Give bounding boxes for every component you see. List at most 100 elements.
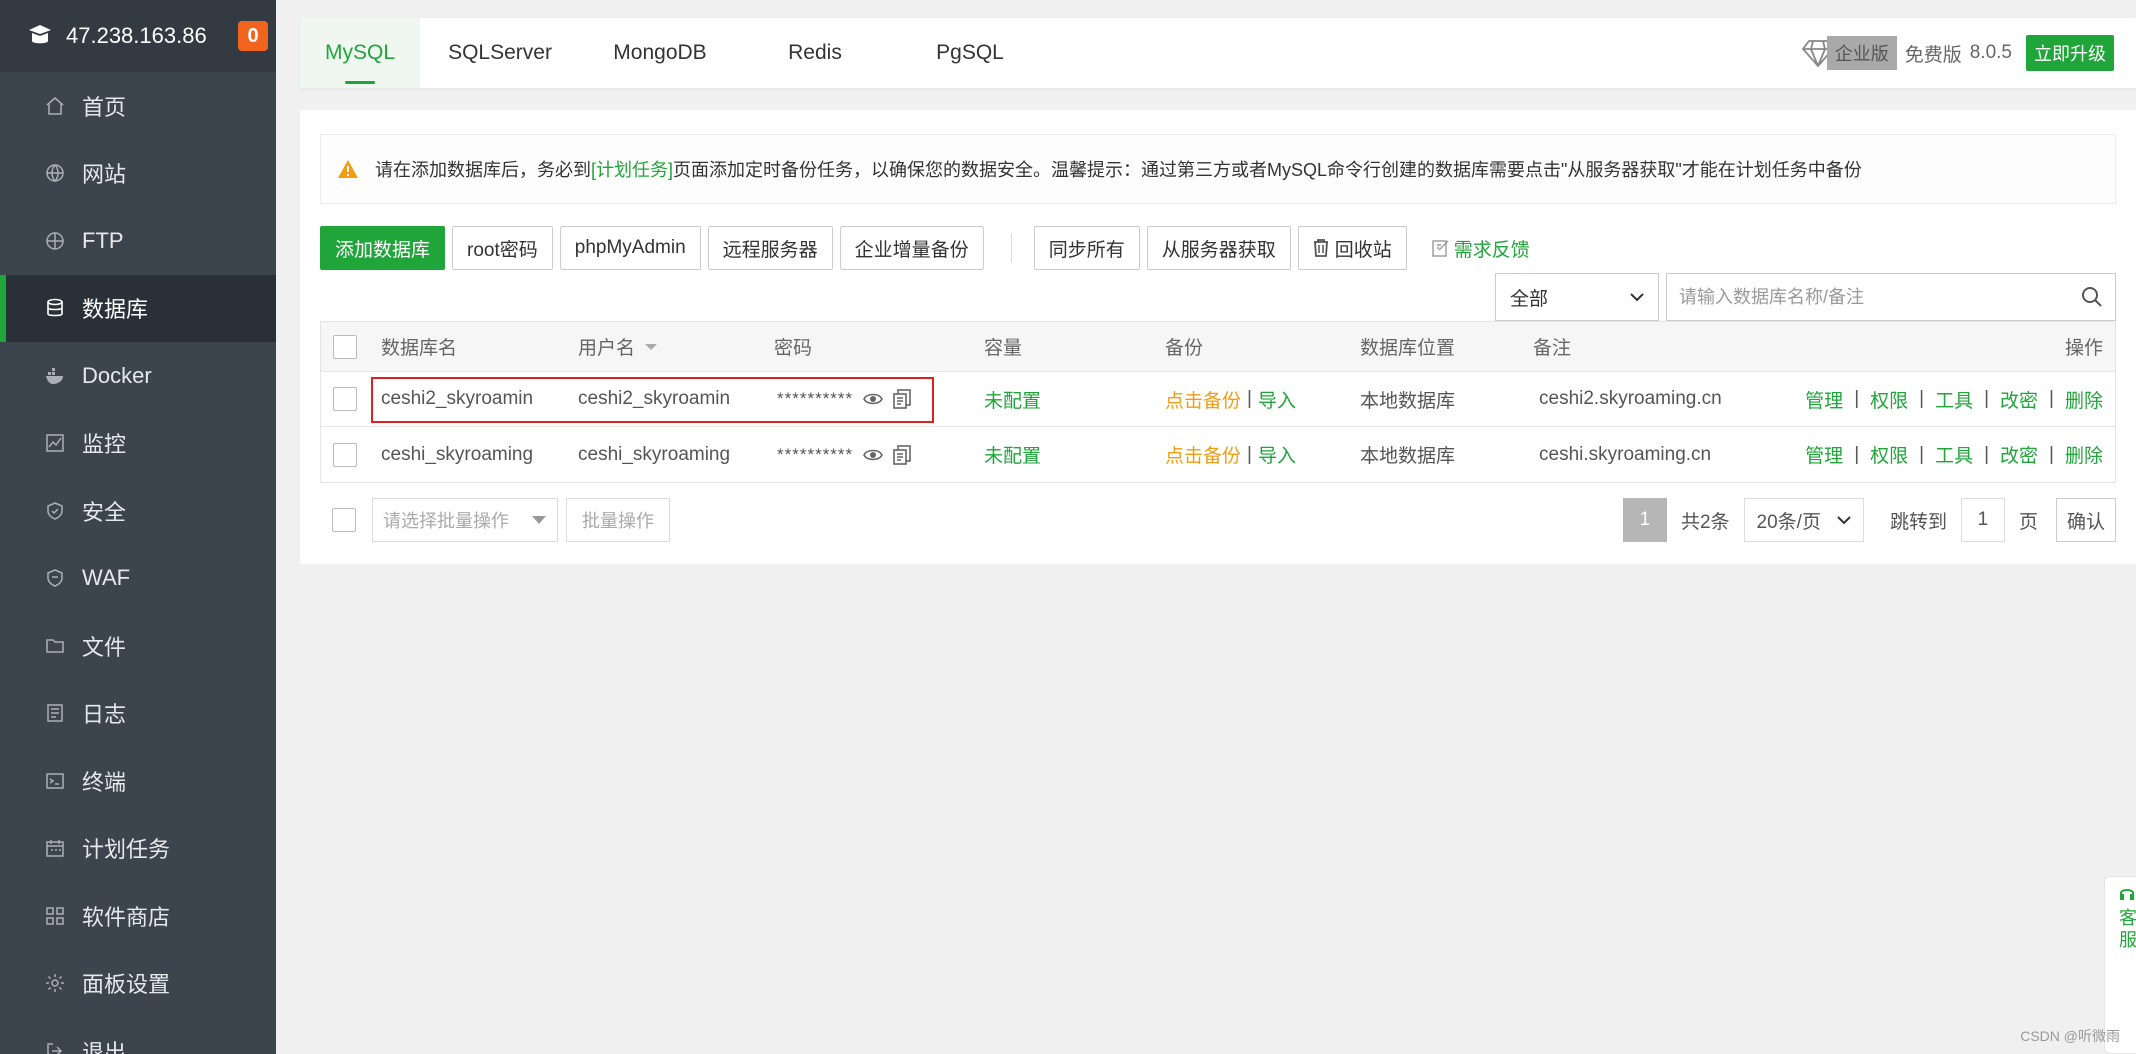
sidebar-item-terminal[interactable]: 终端 (0, 747, 276, 815)
row-checkbox-cell (333, 372, 357, 426)
delete-link[interactable]: 删除 (2065, 441, 2103, 468)
home-icon (44, 95, 66, 117)
bulk-select-checkbox[interactable] (332, 508, 356, 532)
db-name: ceshi_skyroaming (381, 443, 534, 465)
tools-link[interactable]: 工具 (1935, 441, 1973, 468)
sidebar-item-label: Docker (82, 362, 152, 388)
sidebar-item-label: 终端 (82, 769, 127, 795)
header-name[interactable]: 数据库名 (381, 322, 457, 371)
customer-service-line2: 服 (2119, 930, 2136, 950)
sidebar-item-store[interactable]: 软件商店 (0, 882, 276, 950)
docker-icon (44, 365, 66, 387)
change-password-link[interactable]: 改密 (2000, 386, 2038, 413)
capacity-status[interactable]: 未配置 (984, 427, 1041, 482)
backup-link[interactable]: 点击备份 (1165, 441, 1241, 468)
trash-icon (1313, 239, 1328, 257)
import-link[interactable]: 导入 (1258, 441, 1296, 468)
fetch-from-server-button[interactable]: 从服务器获取 (1146, 226, 1291, 270)
sync-all-button[interactable]: 同步所有 (1033, 226, 1140, 270)
db-note[interactable]: ceshi2.skyroaming.cn (1539, 372, 1722, 426)
toolbar: 添加数据库 root密码 phpMyAdmin 远程服务器 企业增量备份 同步所… (320, 226, 1530, 270)
page-unit-label: 页 (2018, 511, 2038, 533)
db-note[interactable]: ceshi.skyroaming.cn (1539, 427, 1711, 482)
sidebar-item-home[interactable]: 首页 (0, 72, 276, 140)
notification-badge[interactable]: 0 (238, 21, 268, 51)
header-user[interactable]: 用户名 (578, 322, 659, 371)
permission-link[interactable]: 权限 (1870, 386, 1908, 413)
waf-icon (44, 567, 66, 589)
sidebar-item-label: 日志 (82, 702, 127, 728)
table-header: 数据库名 用户名 密码 容量 备份 数据库位置 备注 操作 (321, 322, 2115, 372)
db-user: ceshi2_skyroamin (578, 388, 731, 409)
upgrade-button[interactable]: 立即升级 (2026, 35, 2114, 71)
sidebar-item-files[interactable]: 文件 (0, 612, 276, 680)
tools-link[interactable]: 工具 (1935, 386, 1973, 413)
sidebar-item-label: 数据库 (82, 297, 149, 323)
sidebar-item-label: WAF (82, 565, 131, 591)
filter-bar: 全部 (1495, 273, 2116, 321)
add-database-button[interactable]: 添加数据库 (320, 226, 446, 270)
header-user-label: 用户名 (578, 338, 636, 359)
copy-icon[interactable] (893, 444, 911, 465)
permission-link[interactable]: 权限 (1870, 441, 1908, 468)
enterprise-backup-button[interactable]: 企业增量备份 (839, 226, 984, 270)
sidebar-item-settings[interactable]: 面板设置 (0, 950, 276, 1018)
sidebar-item-security[interactable]: 安全 (0, 477, 276, 545)
enterprise-edition[interactable]: 企业版 (1801, 36, 1897, 70)
cron-link[interactable]: [计划任务] (591, 156, 673, 182)
tab-pgsql[interactable]: PgSQL (890, 18, 1050, 88)
header-note: 备注 (1533, 338, 1572, 359)
header-location: 数据库位置 (1360, 338, 1456, 359)
tab-redis[interactable]: Redis (740, 18, 890, 88)
category-select-value: 全部 (1510, 288, 1549, 310)
import-link[interactable]: 导入 (1258, 386, 1296, 413)
copy-icon[interactable] (893, 389, 911, 409)
sidebar-item-docker[interactable]: Docker (0, 342, 276, 410)
sidebar-item-cron[interactable]: 计划任务 (0, 815, 276, 883)
sidebar-item-database[interactable]: 数据库 (0, 274, 276, 342)
header-password: 密码 (774, 338, 813, 359)
confirm-jump-button[interactable]: 确认 (2055, 498, 2116, 542)
sidebar-item-waf[interactable]: WAF (0, 545, 276, 613)
bulk-action-select[interactable]: 请选择批量操作 (372, 498, 558, 542)
delete-link[interactable]: 删除 (2065, 386, 2103, 413)
phpmyadmin-button[interactable]: phpMyAdmin (559, 226, 701, 270)
toolbar-divider (1010, 233, 1012, 263)
tab-mysql[interactable]: MySQL (300, 18, 420, 88)
row-checkbox[interactable] (333, 442, 357, 467)
sidebar-item-logs[interactable]: 日志 (0, 680, 276, 748)
manage-link[interactable]: 管理 (1805, 441, 1843, 468)
bulk-action-button[interactable]: 批量操作 (566, 498, 670, 542)
change-password-link[interactable]: 改密 (2000, 441, 2038, 468)
sidebar: 47.238.163.86 0 首页 网站 FTP 数据库 Docker 监控 … (0, 0, 276, 1054)
remote-server-button[interactable]: 远程服务器 (707, 226, 833, 270)
current-page[interactable]: 1 (1622, 498, 1667, 542)
sidebar-item-website[interactable]: 网站 (0, 140, 276, 208)
capacity-status[interactable]: 未配置 (984, 372, 1041, 426)
db-location: 本地数据库 (1360, 446, 1456, 467)
eye-icon[interactable] (863, 448, 884, 462)
page-size-select[interactable]: 20条/页 (1743, 498, 1864, 542)
select-all-checkbox[interactable] (333, 334, 357, 359)
page-jump-input[interactable]: 1 (1960, 498, 2005, 542)
feedback-link[interactable]: 需求反馈 (1432, 235, 1530, 262)
backup-link[interactable]: 点击备份 (1165, 386, 1241, 413)
eye-icon[interactable] (863, 392, 884, 406)
sidebar-item-monitor[interactable]: 监控 (0, 410, 276, 478)
sidebar-item-ftp[interactable]: FTP (0, 207, 276, 275)
tab-sqlserver[interactable]: SQLServer (420, 18, 580, 88)
sidebar-item-logout[interactable]: 退出 (0, 1017, 276, 1054)
search-input[interactable] (1679, 286, 2081, 308)
category-select[interactable]: 全部 (1495, 273, 1659, 321)
sidebar-item-label: 安全 (82, 499, 127, 525)
search-icon[interactable] (2081, 286, 2103, 308)
tab-mongodb[interactable]: MongoDB (580, 18, 740, 88)
warning-icon (338, 160, 358, 178)
sidebar-item-label: 首页 (82, 94, 127, 120)
recycle-bin-button[interactable]: 回收站 (1297, 226, 1407, 270)
root-password-button[interactable]: root密码 (452, 226, 553, 270)
manage-link[interactable]: 管理 (1805, 386, 1843, 413)
row-checkbox[interactable] (333, 387, 357, 411)
row-actions: 管理 | 权限 | 工具 | 改密 | 删除 (1805, 427, 2103, 482)
server-ip[interactable]: 47.238.163.86 (66, 23, 238, 49)
